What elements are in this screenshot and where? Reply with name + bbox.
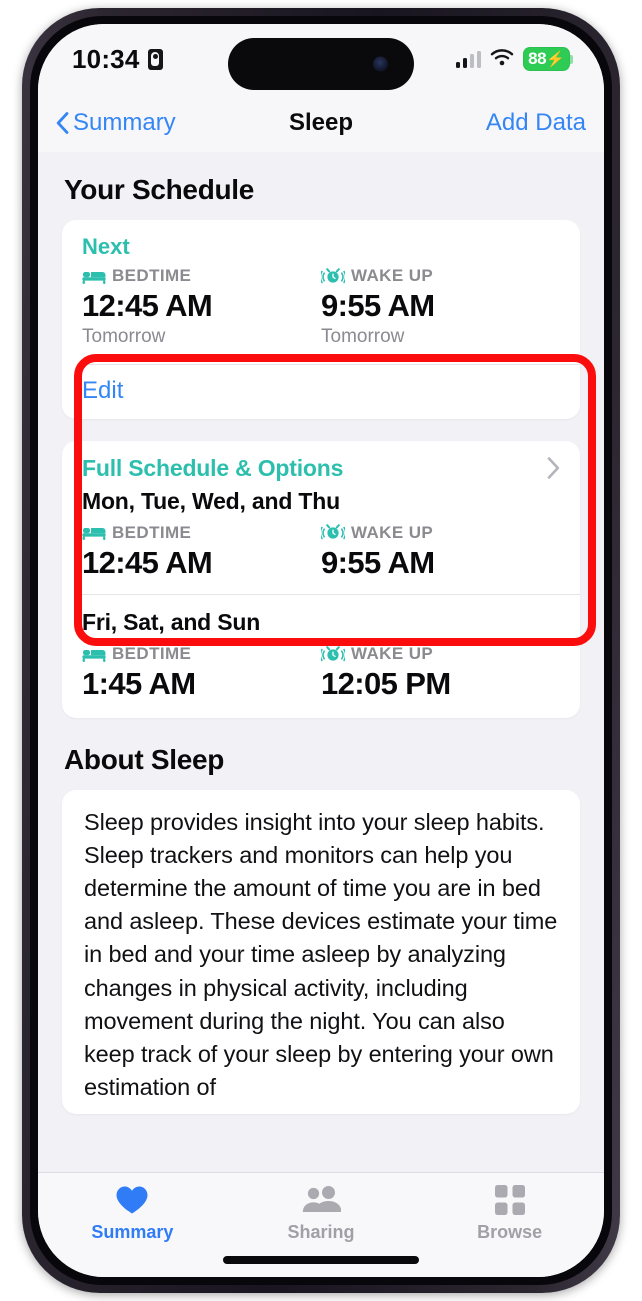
bed-icon	[82, 649, 106, 662]
row1-bedtime-label-row: BEDTIME	[82, 523, 321, 543]
tab-sharing[interactable]: Sharing	[227, 1185, 416, 1243]
alarm-clock-icon	[321, 524, 345, 540]
row2-bedtime-column: BEDTIME 1:45 AM	[82, 644, 321, 702]
row2-wakeup-value: 12:05 PM	[321, 666, 451, 702]
people-icon	[301, 1185, 341, 1215]
wifi-icon	[490, 48, 514, 71]
grid-icon	[494, 1185, 525, 1215]
next-bedtime-column: BEDTIME 12:45 AM Tomorrow	[82, 266, 321, 348]
row1-bedtime-label: BEDTIME	[112, 522, 192, 542]
tab-browse[interactable]: Browse	[415, 1185, 604, 1243]
row2-bedtime-label: BEDTIME	[112, 644, 192, 664]
tab-summary[interactable]: Summary	[38, 1185, 227, 1243]
chevron-right-icon	[547, 457, 560, 479]
edit-schedule-button[interactable]: Edit	[82, 377, 123, 404]
about-sleep-card: Sleep provides insight into your sleep h…	[62, 789, 580, 1115]
front-camera-icon	[373, 56, 388, 72]
back-button[interactable]: Summary	[56, 109, 176, 137]
about-sleep-text: Sleep provides insight into your sleep h…	[84, 808, 558, 1100]
tab-sharing-label: Sharing	[287, 1222, 355, 1242]
next-schedule-card[interactable]: Next BEDTIME 12:45 AM Tomorrow WAKE UP 9…	[62, 220, 580, 419]
bedtime-label-row: BEDTIME	[82, 266, 321, 286]
row1-bedtime-column: BEDTIME 12:45 AM	[82, 523, 321, 581]
next-wakeup-value: 9:55 AM	[321, 288, 435, 323]
tab-browse-label: Browse	[477, 1222, 543, 1242]
chevron-left-icon	[56, 112, 69, 134]
your-schedule-heading: Your Schedule	[64, 174, 255, 205]
next-times-row: BEDTIME 12:45 AM Tomorrow WAKE UP 9:55 A…	[82, 266, 560, 348]
next-bedtime-sub: Tomorrow	[82, 325, 166, 347]
full-schedule-title: Full Schedule & Options	[82, 454, 344, 481]
add-data-button[interactable]: Add Data	[486, 109, 586, 137]
bed-icon	[82, 528, 106, 541]
full-schedule-times-row-2: BEDTIME 1:45 AM WAKE UP 12:05 PM	[82, 644, 560, 702]
row2-bedtime-value: 1:45 AM	[82, 666, 196, 702]
full-schedule-times-row-1: BEDTIME 12:45 AM WAKE UP 9:55 AM	[82, 523, 560, 581]
row2-wakeup-column: WAKE UP 12:05 PM	[321, 644, 560, 702]
phone-screen: 10:34 88 ⚡ Summary Sleep Add Data Your S…	[38, 24, 604, 1277]
dynamic-island	[228, 38, 414, 90]
next-wakeup-column: WAKE UP 9:55 AM Tomorrow	[321, 266, 560, 348]
row1-wakeup-label-row: WAKE UP	[321, 523, 560, 543]
wakeup-label-row: WAKE UP	[321, 266, 560, 286]
status-bar-right: 88 ⚡	[455, 47, 573, 71]
battery-indicator: 88 ⚡	[523, 47, 573, 71]
next-label: Next	[82, 234, 130, 259]
row2-bedtime-label-row: BEDTIME	[82, 644, 321, 664]
page-title: Sleep	[288, 109, 354, 136]
row1-bedtime-value: 12:45 AM	[82, 544, 213, 580]
back-button-label: Summary	[73, 109, 176, 136]
cellular-signal-icon	[455, 50, 481, 68]
home-indicator[interactable]	[223, 1256, 419, 1264]
heart-icon	[115, 1185, 149, 1215]
bedtime-label: BEDTIME	[112, 266, 192, 285]
scroll-content[interactable]: Your Schedule Next BEDTIME 12:45 AM Tomo…	[38, 152, 604, 1172]
bed-icon	[82, 271, 106, 284]
navigation-bar: Summary Sleep Add Data	[38, 94, 604, 152]
about-sleep-heading: About Sleep	[64, 743, 225, 775]
row2-wakeup-label-row: WAKE UP	[321, 644, 560, 664]
row1-wakeup-label: WAKE UP	[351, 522, 434, 542]
charging-bolt-icon: ⚡	[546, 50, 565, 68]
edit-row[interactable]: Edit	[62, 365, 580, 419]
full-schedule-card[interactable]: Full Schedule & Options Mon, Tue, Wed, a…	[62, 440, 580, 718]
full-schedule-header[interactable]: Full Schedule & Options	[82, 455, 560, 482]
row1-wakeup-value: 9:55 AM	[321, 544, 435, 580]
screen-record-icon	[147, 48, 163, 70]
row2-wakeup-label: WAKE UP	[351, 644, 434, 664]
next-wakeup-sub: Tomorrow	[321, 325, 405, 347]
schedule-days-label-2: Fri, Sat, and Sun	[82, 609, 261, 636]
next-bedtime-value: 12:45 AM	[82, 288, 213, 323]
row1-wakeup-column: WAKE UP 9:55 AM	[321, 523, 560, 581]
battery-percent-label: 88	[528, 49, 547, 68]
tab-summary-label: Summary	[91, 1222, 174, 1242]
schedule-days-label: Mon, Tue, Wed, and Thu	[82, 487, 340, 514]
status-time: 10:34	[72, 43, 140, 74]
wakeup-label: WAKE UP	[351, 266, 434, 285]
alarm-clock-icon	[321, 645, 345, 661]
alarm-clock-icon	[321, 267, 345, 283]
